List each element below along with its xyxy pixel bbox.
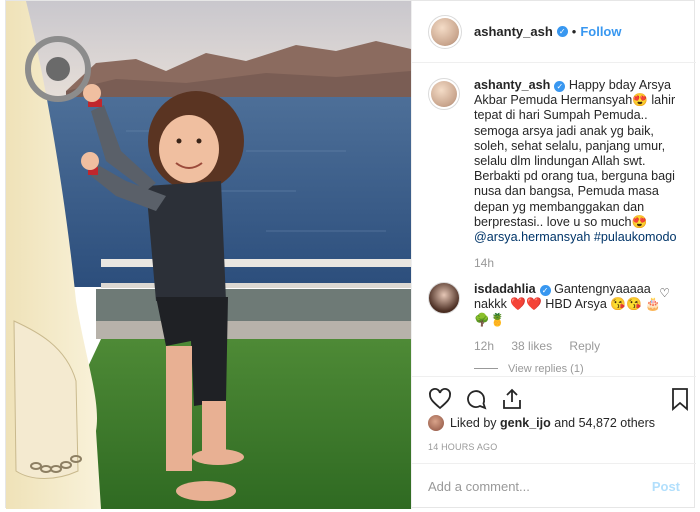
follow-button[interactable]: Follow	[580, 24, 621, 39]
verified-icon: ✓	[554, 81, 566, 92]
comment-username[interactable]: isdadahlia	[474, 282, 536, 296]
comment-input[interactable]	[428, 479, 652, 494]
heart-icon[interactable]	[428, 387, 452, 411]
liker-username[interactable]: genk_ijo	[500, 416, 551, 430]
likes-prefix: Liked by	[450, 416, 497, 430]
likes-summary: Liked by genk_ijo and 54,872 others	[428, 415, 655, 431]
comment-item: isdadahlia ✓ Gantengnyaaaaa nakkk ❤️❤️ HB…	[428, 282, 680, 353]
reply-button[interactable]: Reply	[569, 339, 600, 353]
photo-illustration	[6, 1, 411, 509]
view-replies-label[interactable]: View replies (1)	[508, 363, 584, 375]
verified-icon: ✓	[539, 285, 551, 297]
comment-meta: 12h 38 likes Reply	[474, 339, 674, 353]
verified-icon: ✓	[556, 26, 568, 37]
caption-meta: 14h	[474, 256, 680, 270]
view-replies[interactable]: View replies (1)	[474, 363, 680, 375]
comment-avatar[interactable]	[428, 282, 460, 315]
caption-text: Happy bday Arsya Akbar Pemuda Hermansyah…	[474, 78, 676, 229]
liker-avatar[interactable]	[428, 415, 444, 431]
comment-likes[interactable]: 38 likes	[511, 339, 552, 353]
post-timestamp[interactable]: 14 HOURS AGO	[428, 442, 497, 452]
comment-like-icon[interactable]: ♡	[659, 286, 670, 300]
post-photo[interactable]	[6, 1, 411, 509]
separator-dot: •	[571, 24, 577, 39]
caption: ashanty_ash ✓ Happy bday Arsya Akbar Pemu…	[428, 78, 680, 270]
add-comment-bar: Post	[412, 463, 696, 509]
likes-suffix[interactable]: and 54,872 others	[554, 416, 655, 430]
share-icon[interactable]	[500, 387, 524, 411]
caption-avatar[interactable]	[428, 78, 460, 110]
post-detail-panel: ashanty_ash ✓ • Follow ashanty_ash ✓ Happ…	[411, 1, 696, 509]
caption-username[interactable]: ashanty_ash	[474, 78, 550, 92]
comment-icon[interactable]	[464, 387, 488, 411]
post-header: ashanty_ash ✓ • Follow	[412, 1, 696, 63]
bookmark-icon[interactable]	[668, 387, 692, 411]
instagram-post-card: ashanty_ash ✓ • Follow ashanty_ash ✓ Happ…	[5, 0, 696, 509]
caption-time[interactable]: 14h	[474, 256, 494, 270]
comments-list[interactable]: ashanty_ash ✓ Happy bday Arsya Akbar Pemu…	[412, 64, 696, 376]
comment-time[interactable]: 12h	[474, 339, 494, 353]
caption-tags[interactable]: @arsya.hermansyah #pulaukomodo	[474, 230, 677, 244]
avatar[interactable]	[428, 14, 462, 49]
post-button[interactable]: Post	[652, 479, 680, 494]
post-username[interactable]: ashanty_ash	[474, 24, 553, 39]
replies-line	[474, 368, 498, 370]
